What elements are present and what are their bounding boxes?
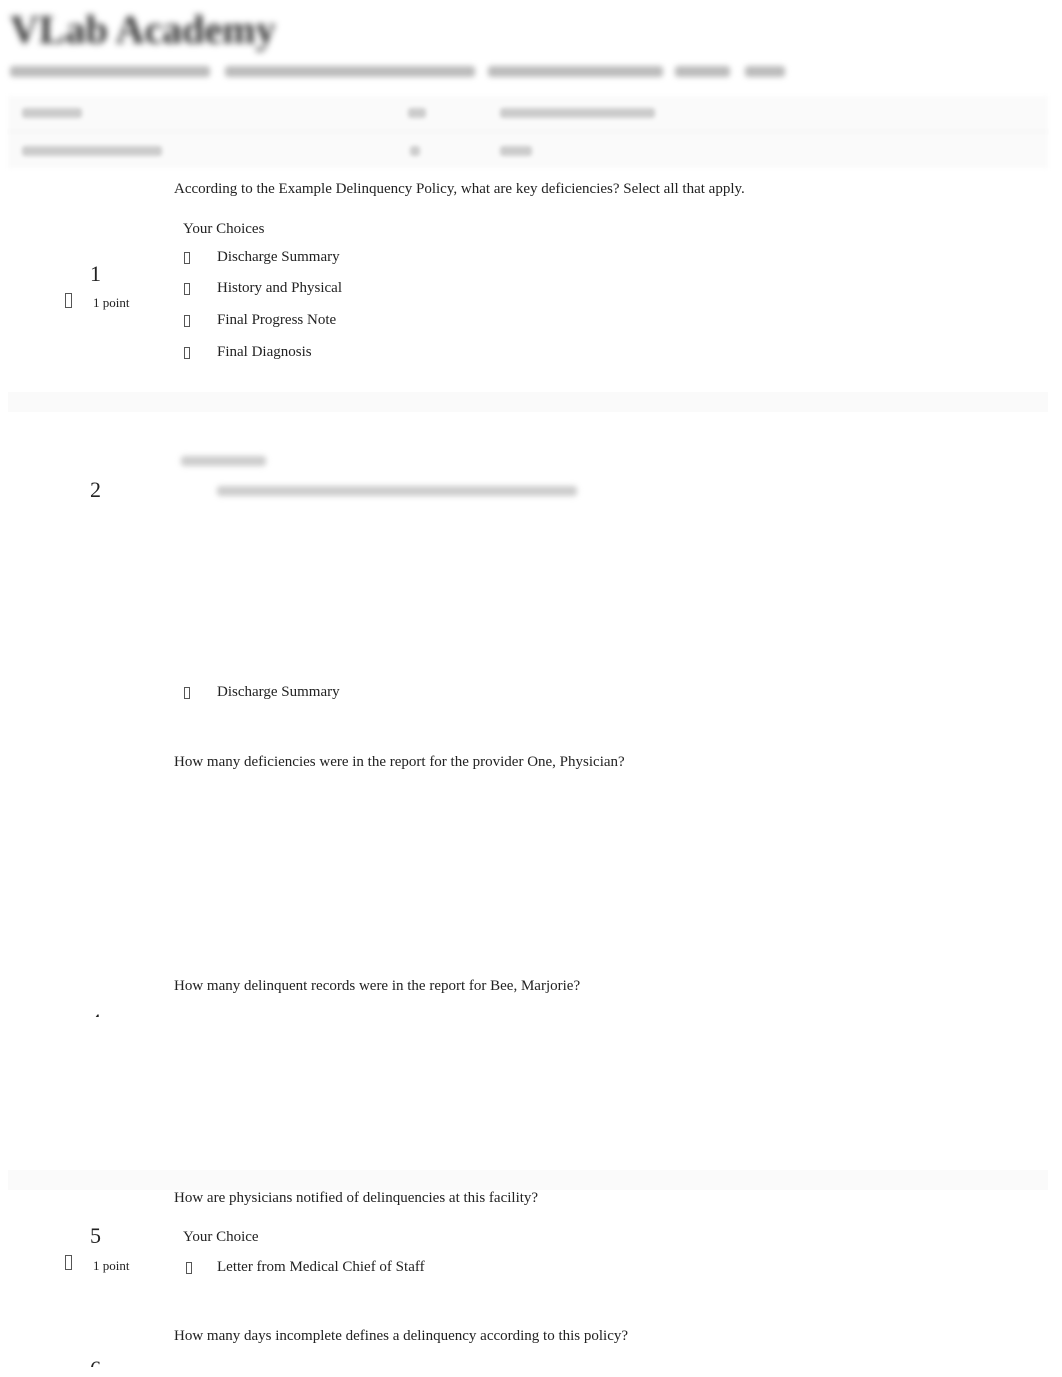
check-icon — [184, 283, 190, 295]
question-number: 4 — [90, 1009, 101, 1017]
choice: Letter from Medical Chief of Staff — [217, 1259, 425, 1275]
check-icon — [184, 347, 190, 359]
question-text: How many deficiencies were in the report… — [174, 754, 625, 770]
question-number: 5 — [90, 1223, 101, 1248]
check-icon — [184, 315, 190, 327]
check-icon — [184, 687, 190, 699]
blurred-content — [175, 450, 595, 510]
choice: Final Diagnosis — [217, 344, 312, 360]
result-icon — [65, 293, 72, 308]
question-number: 3 — [90, 790, 101, 794]
question-text: How are physicians notified of delinquen… — [174, 1190, 539, 1206]
question-number: 6 — [90, 1356, 101, 1367]
page-title: VLab Academy — [10, 7, 276, 52]
question-number: 1 — [90, 261, 101, 286]
check-icon — [186, 1262, 192, 1274]
summary-table — [8, 96, 1048, 168]
choice: History and Physical — [217, 280, 342, 296]
divider — [8, 392, 1048, 412]
result-icon — [65, 1255, 72, 1270]
question-text: According to the Example Delinquency Pol… — [174, 181, 745, 197]
points: 1 point — [93, 1258, 130, 1273]
choice: Final Progress Note — [217, 312, 337, 328]
check-icon — [184, 252, 190, 264]
points: 1 point — [93, 295, 130, 310]
choice: Discharge Summary — [217, 249, 340, 265]
choices-label: Your Choice — [183, 1229, 259, 1245]
question-text: How many days incomplete defines a delin… — [174, 1328, 629, 1344]
choice: Discharge Summary — [217, 684, 340, 700]
divider — [8, 1170, 1048, 1190]
choices-label: Your Choices — [183, 221, 265, 237]
question-text: How many delinquent records were in the … — [174, 978, 581, 994]
question-number: 2 — [90, 477, 101, 502]
quiz-subtitle — [10, 62, 790, 82]
